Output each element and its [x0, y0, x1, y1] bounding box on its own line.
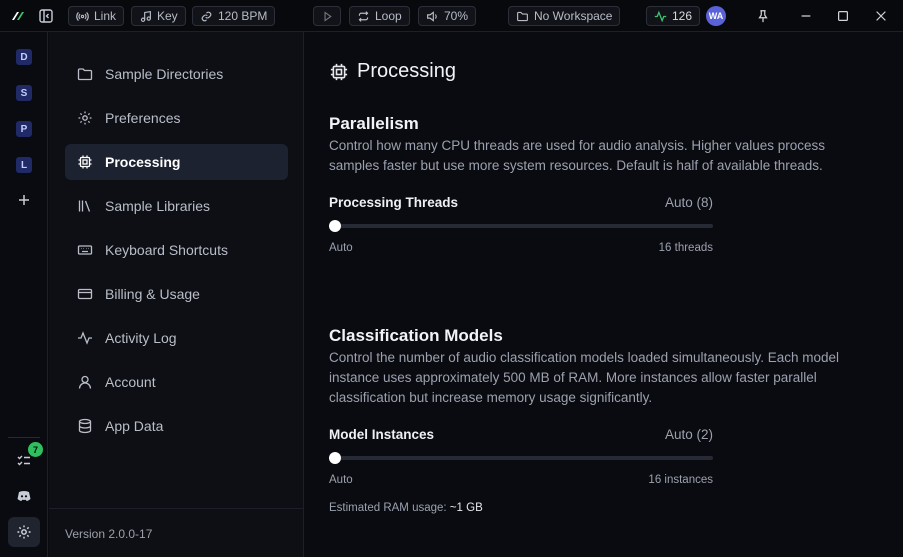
repeat-icon	[358, 10, 369, 22]
workspace-button[interactable]: No Workspace	[508, 6, 621, 26]
database-icon	[78, 418, 92, 434]
rail-divider	[8, 437, 40, 438]
nav-item-app-data[interactable]: App Data	[65, 408, 288, 444]
gear-icon	[17, 525, 31, 539]
instances-max-label: 16 instances	[648, 474, 713, 486]
cpu-icon	[78, 155, 92, 169]
play-icon	[323, 10, 332, 22]
settings-nav: Sample Directories Preferences Processin…	[49, 32, 304, 557]
credit-card-icon	[77, 288, 93, 300]
bpm-button[interactable]: 120 BPM	[192, 6, 276, 26]
nav-item-label: Keyboard Shortcuts	[105, 242, 228, 258]
loop-button[interactable]: Loop	[349, 6, 410, 26]
processing-threads-slider[interactable]	[329, 220, 713, 232]
avatar[interactable]: WA	[706, 6, 726, 26]
ram-usage-label: Estimated RAM usage:	[329, 502, 447, 514]
workspace-label: No Workspace	[534, 9, 613, 23]
nav-footer-divider	[49, 508, 304, 509]
processing-threads-value: Auto (8)	[664, 195, 713, 210]
gear-icon	[78, 111, 92, 125]
keyboard-icon	[77, 245, 93, 255]
classification-title: Classification Models	[329, 326, 503, 345]
parallelism-title: Parallelism	[329, 114, 419, 133]
nav-item-sample-directories[interactable]: Sample Directories	[65, 56, 288, 92]
activity-icon	[78, 331, 92, 345]
settings-rail-button[interactable]	[8, 517, 40, 547]
user-icon	[78, 375, 92, 389]
cpu-icon	[330, 63, 348, 80]
activity-button[interactable]: 126	[646, 6, 701, 26]
title-bar: Link Key 120 BPM Loop 70% No Workspace 1…	[0, 0, 903, 32]
add-workspace-icon[interactable]	[14, 190, 34, 210]
folder-icon	[77, 68, 93, 81]
notification-badge: 7	[28, 442, 43, 457]
link-button[interactable]: Link	[68, 6, 125, 26]
discord-icon[interactable]	[14, 486, 34, 506]
close-icon[interactable]	[871, 6, 891, 26]
nav-item-label: Activity Log	[105, 330, 177, 346]
page-title-text: Processing	[357, 60, 456, 82]
threads-max-label: 16 threads	[658, 242, 713, 254]
ram-usage-value: ~1 GB	[449, 502, 483, 514]
nav-item-preferences[interactable]: Preferences	[65, 100, 288, 136]
maximize-icon[interactable]	[833, 6, 853, 26]
classification-description: Control the number of audio classificati…	[329, 350, 840, 405]
threads-min-label: Auto	[329, 242, 353, 254]
model-instances-slider-thumb[interactable]	[329, 452, 341, 464]
volume-button[interactable]: 70%	[418, 6, 477, 26]
app-logo-icon	[10, 6, 26, 26]
nav-item-label: Preferences	[105, 110, 181, 126]
nav-item-billing-usage[interactable]: Billing & Usage	[65, 276, 288, 312]
workspace-rail: D S P L 7	[0, 32, 48, 557]
key-button[interactable]: Key	[131, 6, 186, 26]
broadcast-icon	[76, 11, 89, 21]
link-icon	[201, 11, 212, 21]
parallelism-description: Control how many CPU threads are used fo…	[329, 138, 825, 173]
nav-item-keyboard-shortcuts[interactable]: Keyboard Shortcuts	[65, 232, 288, 268]
processing-threads-label: Processing Threads	[329, 195, 459, 210]
volume-icon	[427, 10, 437, 22]
loop-label: Loop	[375, 9, 402, 23]
bpm-label: 120 BPM	[218, 9, 268, 23]
workspace-p-button[interactable]: P	[16, 121, 32, 137]
processing-threads-slider-thumb[interactable]	[329, 220, 341, 232]
minimize-icon[interactable]	[796, 6, 816, 26]
volume-label: 70%	[444, 9, 469, 23]
nav-item-activity-log[interactable]: Activity Log	[65, 320, 288, 356]
activity-icon	[654, 10, 667, 22]
nav-item-label: Billing & Usage	[105, 286, 200, 302]
nav-item-label: Processing	[105, 154, 181, 170]
app-version: Version 2.0.0-17	[65, 527, 153, 541]
page-title: Processing	[329, 60, 456, 83]
model-instances-slider[interactable]	[329, 452, 713, 464]
ram-usage: Estimated RAM usage: ~1 GB	[329, 502, 483, 514]
nav-item-account[interactable]: Account	[65, 364, 288, 400]
play-button[interactable]	[313, 6, 341, 26]
activity-count: 126	[672, 9, 693, 23]
nav-item-label: App Data	[105, 418, 164, 434]
settings-content: Processing Parallelism Control how many …	[305, 32, 903, 557]
model-instances-value: Auto (2)	[664, 427, 713, 442]
library-icon	[78, 200, 91, 212]
nav-item-label: Sample Directories	[105, 66, 224, 82]
nav-item-label: Sample Libraries	[105, 198, 211, 214]
model-instances-label: Model Instances	[329, 427, 435, 442]
nav-item-label: Account	[105, 374, 156, 390]
link-label: Link	[94, 9, 117, 23]
workspace-l-button[interactable]: L	[16, 157, 32, 173]
nav-item-sample-libraries[interactable]: Sample Libraries	[65, 188, 288, 224]
nav-item-processing[interactable]: Processing	[65, 144, 288, 180]
instances-min-label: Auto	[329, 474, 353, 486]
music-note-icon	[140, 10, 151, 22]
pin-icon[interactable]	[753, 6, 773, 26]
workspace-s-button[interactable]: S	[16, 85, 32, 101]
sidebar-toggle-icon[interactable]	[38, 6, 54, 26]
key-label: Key	[157, 9, 178, 23]
workspace-d-button[interactable]: D	[16, 49, 32, 65]
folder-icon	[517, 11, 528, 21]
